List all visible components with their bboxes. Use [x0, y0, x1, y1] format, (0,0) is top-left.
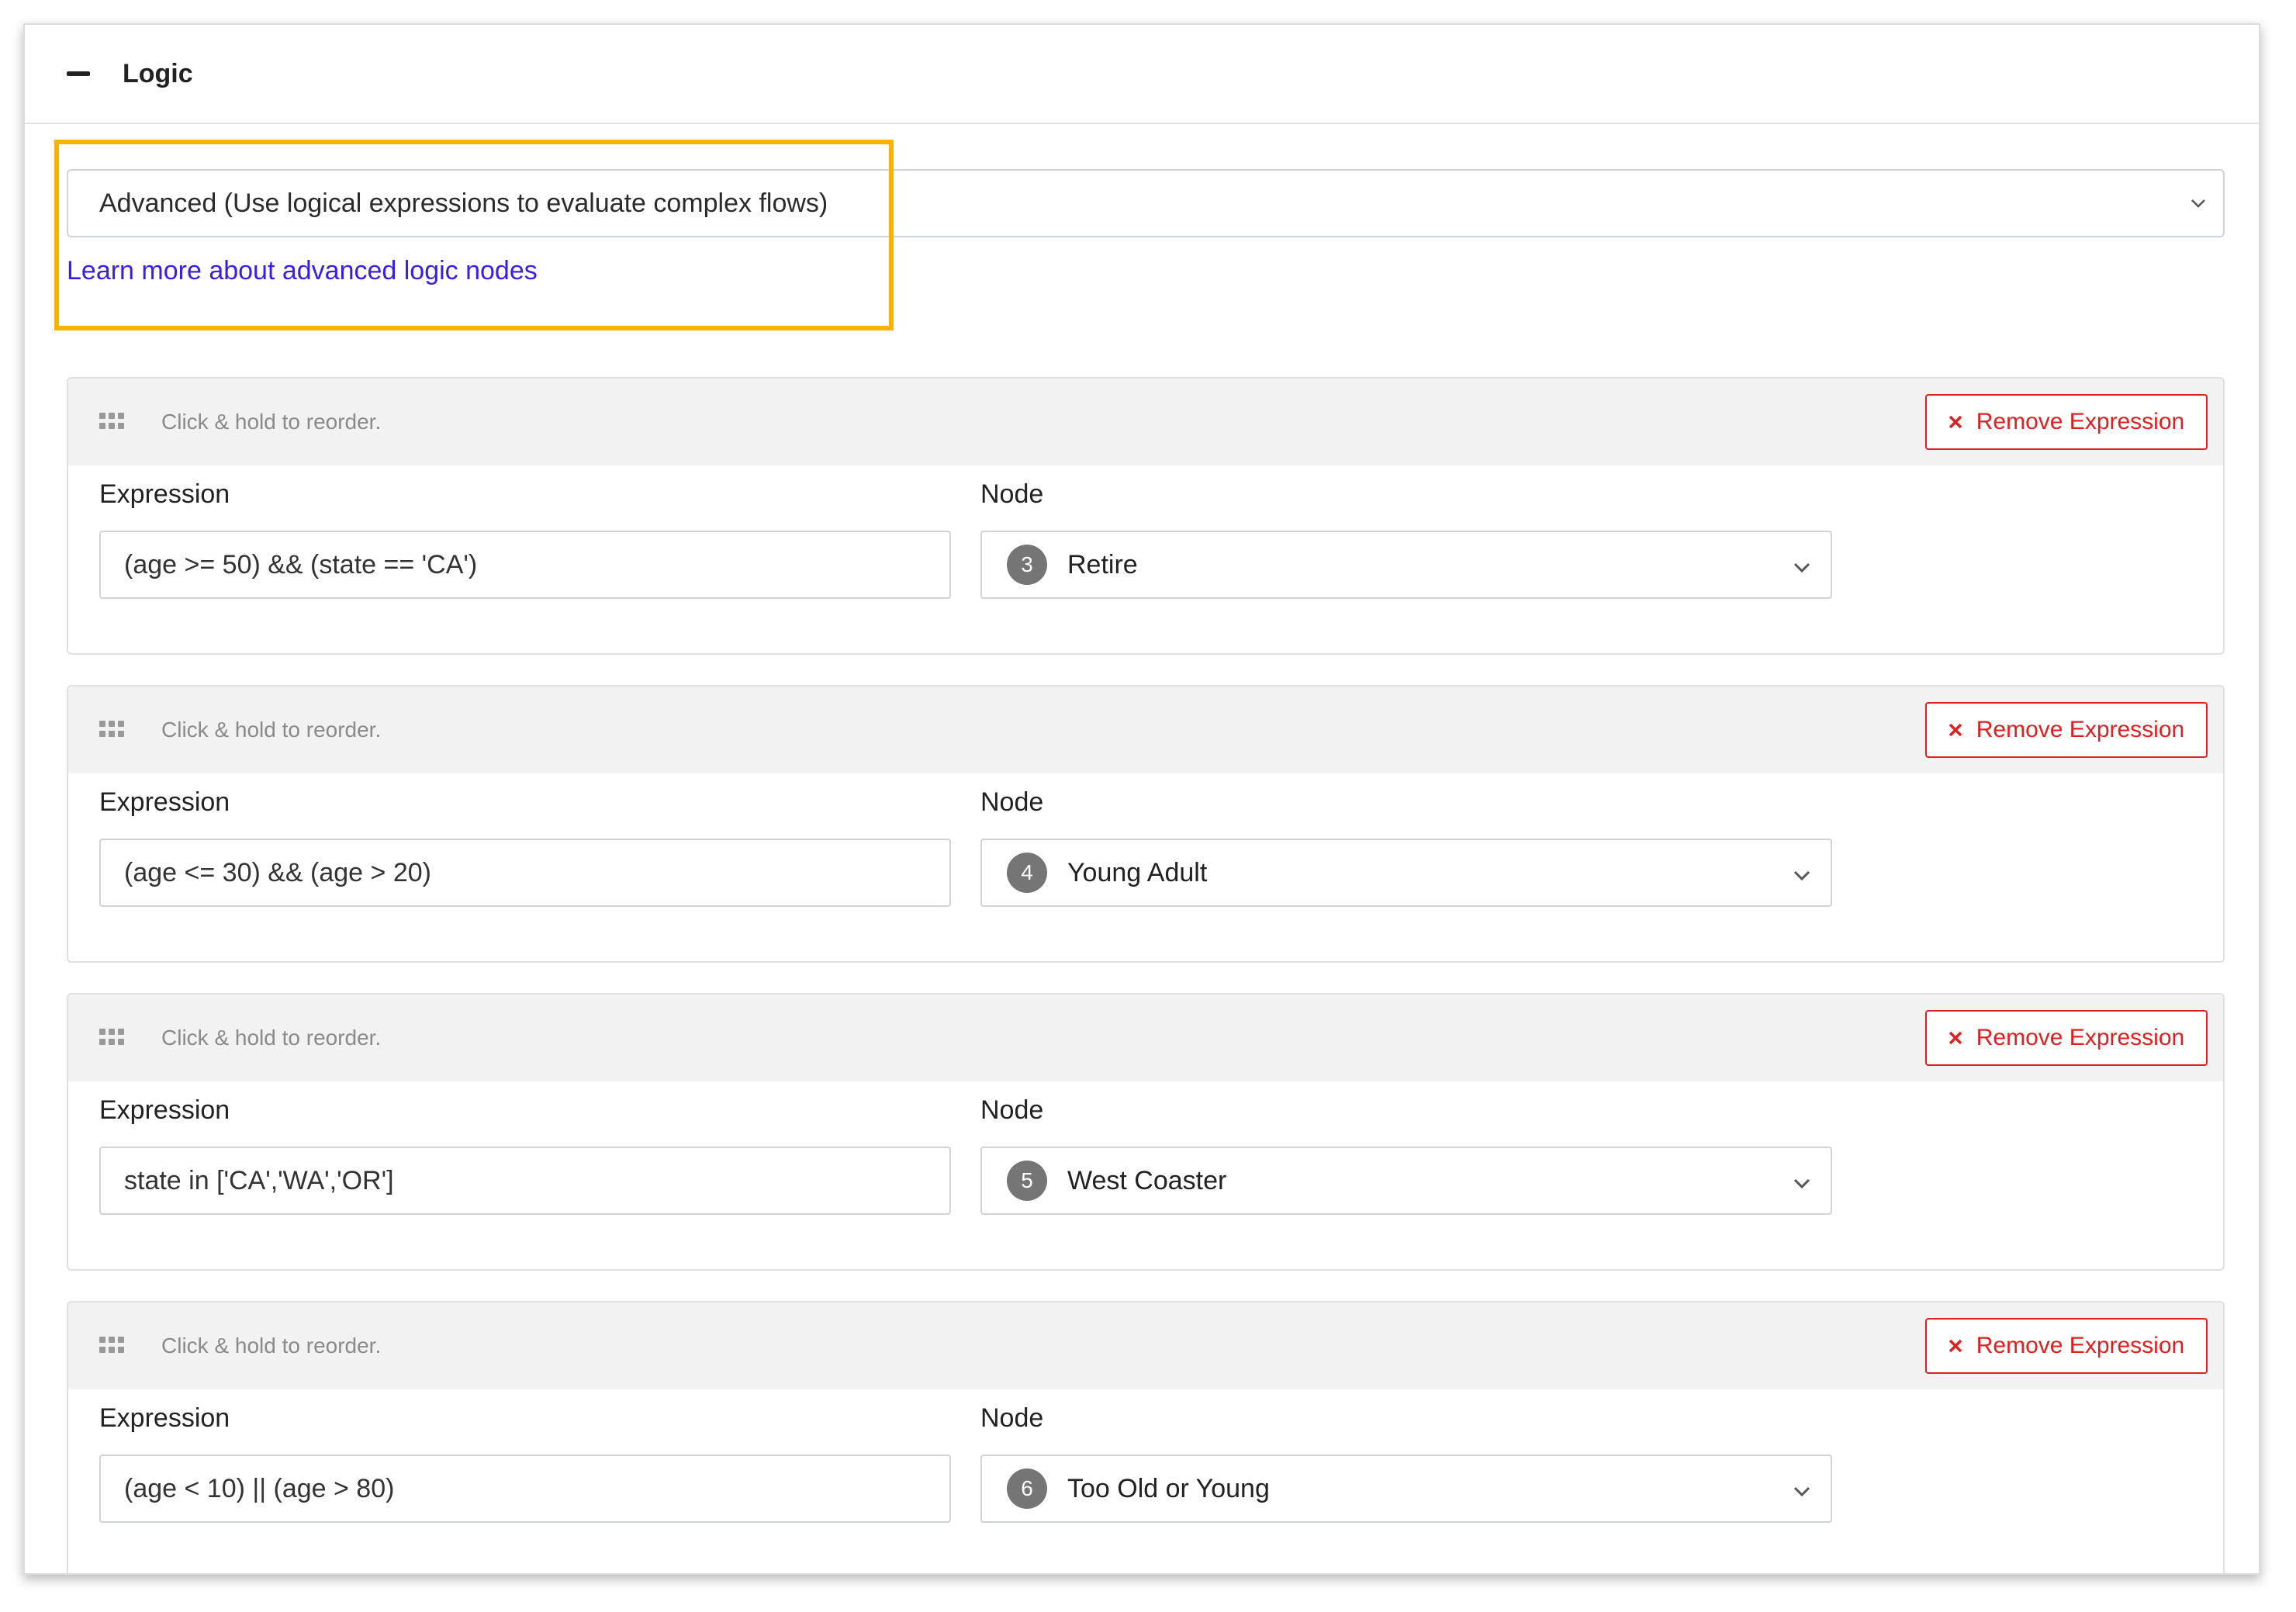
node-number-badge: 6	[1007, 1468, 1047, 1509]
node-name: Retire	[1067, 549, 1138, 579]
node-select[interactable]: 5 West Coaster	[980, 1147, 1832, 1215]
remove-label: Remove Expression	[1976, 1333, 2185, 1358]
reorder-hint: Click & hold to reorder.	[161, 410, 382, 434]
node-number-badge: 4	[1007, 853, 1047, 893]
remove-label: Remove Expression	[1976, 717, 2185, 742]
reorder-hint: Click & hold to reorder.	[161, 718, 382, 742]
node-name: West Coaster	[1067, 1165, 1227, 1195]
node-label: Node	[980, 1095, 1044, 1125]
drag-handle-icon[interactable]	[99, 413, 124, 430]
node-number-badge: 5	[1007, 1161, 1047, 1201]
remove-expression-button[interactable]: Remove Expression	[1925, 1010, 2208, 1066]
remove-label: Remove Expression	[1976, 1025, 2185, 1050]
node-name: Young Adult	[1067, 857, 1208, 887]
chevron-down-icon	[2191, 199, 2205, 208]
panel-header[interactable]: Logic	[25, 25, 2259, 124]
node-name: Too Old or Young	[1067, 1473, 1270, 1503]
remove-expression-button[interactable]: Remove Expression	[1925, 1318, 2208, 1374]
card-header[interactable]: Click & hold to reorder. Remove Expressi…	[68, 379, 2223, 465]
expression-card: Click & hold to reorder. Remove Expressi…	[67, 1301, 2225, 1573]
node-label: Node	[980, 479, 1044, 509]
chevron-down-icon	[1793, 870, 1810, 881]
node-select[interactable]: 4 Young Adult	[980, 839, 1832, 907]
close-icon	[1948, 1339, 1962, 1353]
chevron-down-icon	[1793, 1486, 1810, 1497]
node-label: Node	[980, 787, 1044, 817]
expression-label: Expression	[99, 1403, 230, 1433]
logic-panel: Logic Advanced (Use logical expressions …	[23, 23, 2260, 1575]
expression-label: Expression	[99, 787, 230, 817]
drag-handle-icon[interactable]	[99, 1337, 124, 1354]
drag-handle-icon[interactable]	[99, 1029, 124, 1046]
remove-expression-button[interactable]: Remove Expression	[1925, 702, 2208, 758]
expression-label: Expression	[99, 479, 230, 509]
expression-input[interactable]	[99, 531, 951, 599]
expression-card: Click & hold to reorder. Remove Expressi…	[67, 685, 2225, 963]
card-header[interactable]: Click & hold to reorder. Remove Expressi…	[68, 1302, 2223, 1389]
node-label: Node	[980, 1403, 1044, 1433]
close-icon	[1948, 723, 1962, 737]
node-select[interactable]: 3 Retire	[980, 531, 1832, 599]
expression-input[interactable]	[99, 1455, 951, 1523]
minus-icon[interactable]	[67, 71, 90, 76]
drag-handle-icon[interactable]	[99, 721, 124, 738]
node-select[interactable]: 6 Too Old or Young	[980, 1455, 1832, 1523]
card-header[interactable]: Click & hold to reorder. Remove Expressi…	[68, 995, 2223, 1081]
remove-label: Remove Expression	[1976, 409, 2185, 434]
expression-label: Expression	[99, 1095, 230, 1125]
chevron-down-icon	[1793, 562, 1810, 573]
reorder-hint: Click & hold to reorder.	[161, 1334, 382, 1358]
remove-expression-button[interactable]: Remove Expression	[1925, 394, 2208, 450]
close-icon	[1948, 415, 1962, 429]
reorder-hint: Click & hold to reorder.	[161, 1026, 382, 1050]
highlight-box	[54, 140, 894, 330]
expression-input[interactable]	[99, 839, 951, 907]
card-header[interactable]: Click & hold to reorder. Remove Expressi…	[68, 687, 2223, 773]
expression-input[interactable]	[99, 1147, 951, 1215]
expression-card: Click & hold to reorder. Remove Expressi…	[67, 993, 2225, 1271]
chevron-down-icon	[1793, 1178, 1810, 1189]
expression-card: Click & hold to reorder. Remove Expressi…	[67, 377, 2225, 655]
panel-title: Logic	[123, 58, 193, 88]
node-number-badge: 3	[1007, 545, 1047, 585]
close-icon	[1948, 1031, 1962, 1045]
